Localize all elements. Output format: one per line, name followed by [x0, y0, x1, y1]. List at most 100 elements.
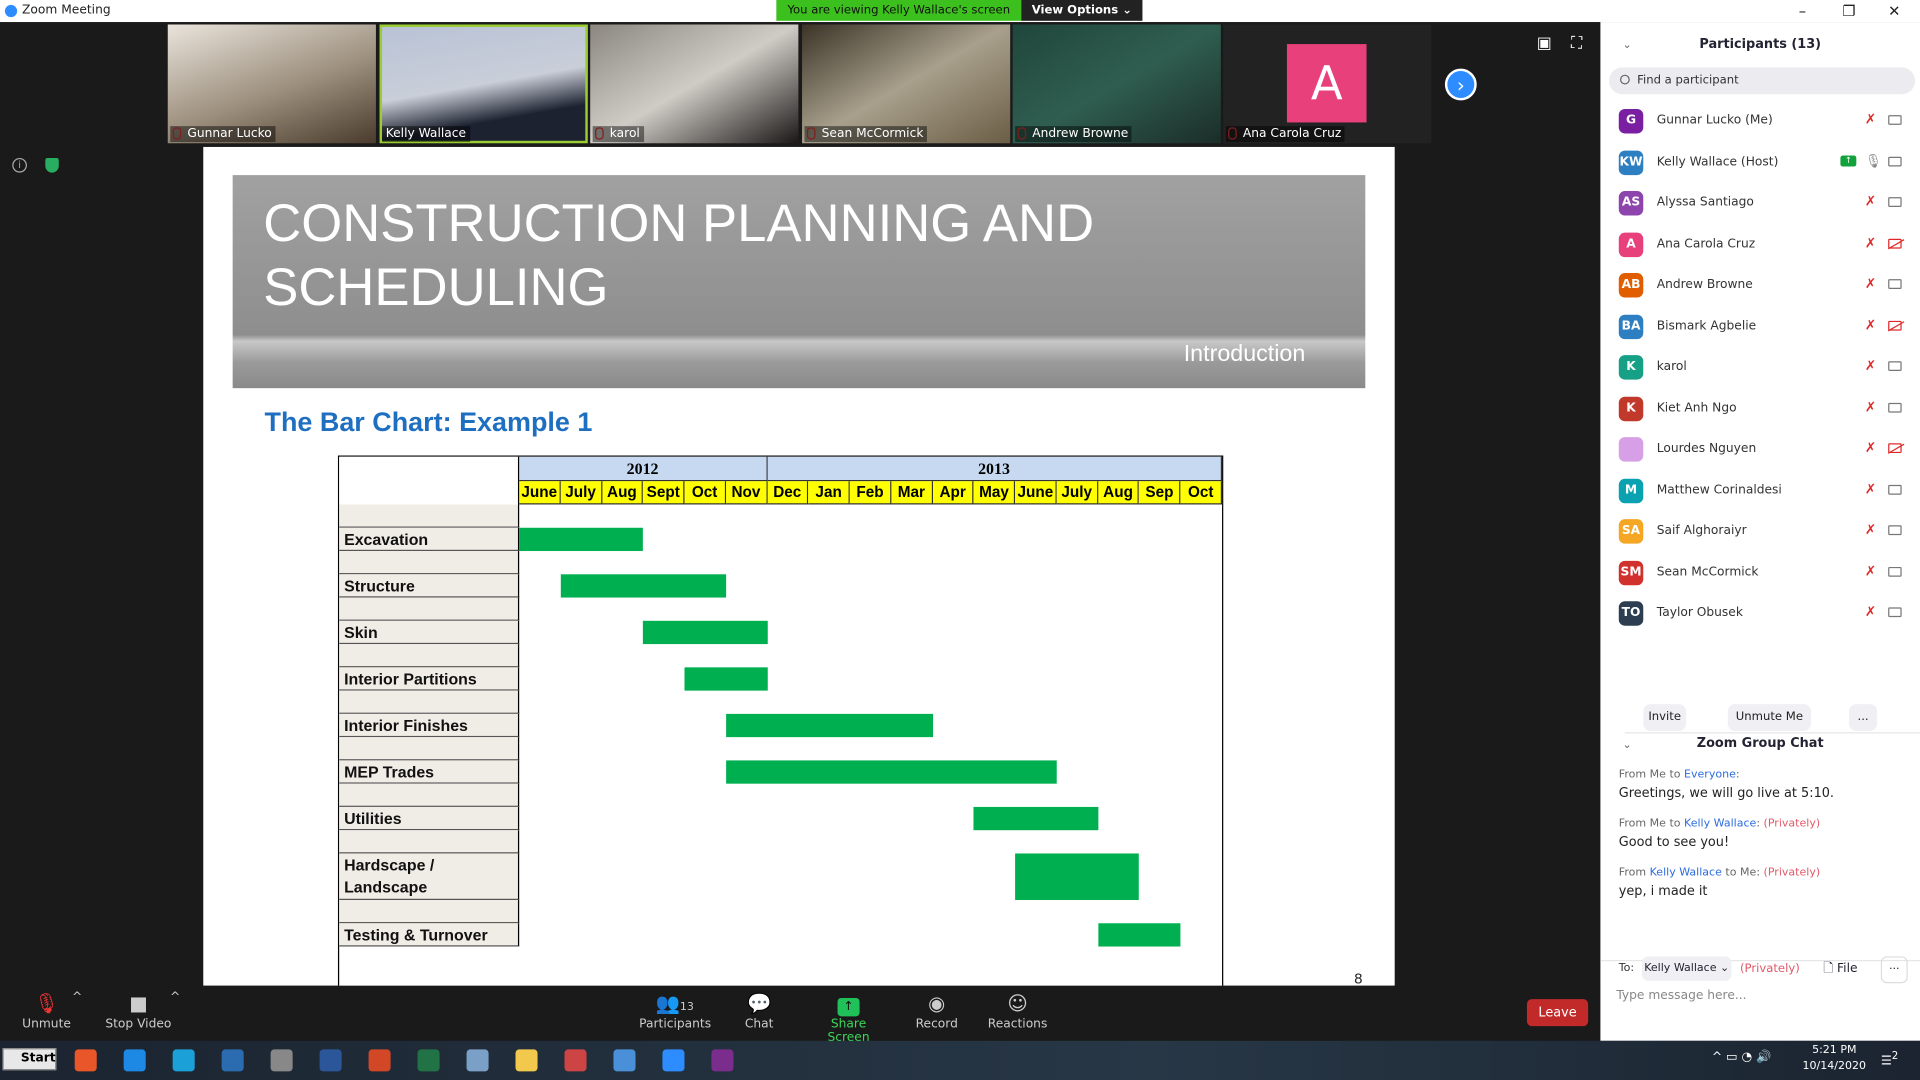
next-videos-button[interactable]: › [1444, 68, 1477, 101]
ie-icon[interactable] [123, 1049, 146, 1072]
spacer-row [339, 783, 520, 807]
chat-more-button[interactable]: ··· [1880, 956, 1908, 984]
video-options-caret[interactable]: ^ [169, 991, 181, 1004]
stop-video-button[interactable]: ■ Stop Video [105, 991, 171, 1031]
chat-button[interactable]: 💬 Chat [735, 991, 784, 1031]
participant-row[interactable]: AS Alyssa Santiago ✗ [1600, 185, 1920, 222]
mic-icon[interactable]: 🎙 [1865, 152, 1882, 168]
zoom-icon[interactable] [662, 1049, 685, 1072]
video-tile[interactable]: A Ana Carola Cruz [1223, 24, 1432, 144]
muted-mic-icon[interactable]: ✗ [1865, 358, 1876, 374]
slide-header: CONSTRUCTION PLANNING AND SCHEDULING Int… [232, 175, 1366, 389]
participant-row[interactable]: AB Andrew Browne ✗ [1600, 267, 1920, 304]
restore-button[interactable]: ❐ [1837, 2, 1861, 19]
participant-row[interactable]: TO Taylor Obusek ✗ [1600, 595, 1920, 632]
video-tile[interactable]: Gunnar Lucko [167, 24, 376, 144]
video-camera-icon[interactable] [1888, 361, 1902, 372]
fullscreen-icon[interactable]: ⛶ [1571, 34, 1582, 52]
muted-mic-icon[interactable]: ✗ [1865, 111, 1876, 127]
participant-search-input[interactable]: Find a participant [1608, 67, 1916, 95]
app-icon[interactable] [564, 1049, 587, 1072]
muted-mic-icon[interactable]: ✗ [1865, 399, 1876, 415]
video-camera-icon[interactable] [1888, 566, 1902, 577]
participants-more-button[interactable]: ... [1848, 704, 1878, 732]
participant-row[interactable]: SA Saif Alghoraiyr ✗ [1600, 513, 1920, 550]
edge-icon[interactable] [172, 1049, 195, 1072]
chat-recipient[interactable]: Kelly Wallace [1684, 818, 1756, 830]
start-button[interactable]: Start [2, 1048, 57, 1071]
muted-mic-icon[interactable]: ✗ [1865, 193, 1876, 209]
participant-row[interactable]: Lourdes Nguyen ✗ [1600, 431, 1920, 468]
minimize-button[interactable]: – [1790, 2, 1814, 19]
chat-recipient[interactable]: Everyone [1684, 769, 1736, 781]
outlook-icon[interactable] [221, 1049, 244, 1072]
video-camera-icon[interactable] [1888, 607, 1902, 618]
avatar: A [1618, 232, 1644, 257]
audio-options-caret[interactable]: ^ [71, 991, 83, 1004]
participants-button[interactable]: 👥13 Participants [639, 991, 711, 1031]
video-camera-icon[interactable] [1888, 402, 1902, 413]
info-icon[interactable]: i [12, 157, 27, 173]
calculator-icon[interactable] [270, 1049, 293, 1072]
tray-icons[interactable]: ^ ▭ ◔ 🔊 [1712, 1051, 1771, 1064]
participant-row[interactable]: G Gunnar Lucko (Me) ✗ [1600, 103, 1920, 140]
video-camera-icon[interactable] [1888, 115, 1902, 125]
muted-mic-icon[interactable]: ✗ [1865, 317, 1876, 333]
muted-mic-icon[interactable]: ✗ [1865, 276, 1876, 292]
muted-mic-icon[interactable]: ✗ [1865, 440, 1876, 456]
participant-row[interactable]: A Ana Carola Cruz ✗ [1600, 226, 1920, 263]
chat-recipient-dropdown[interactable]: Kelly Wallace ⌄ [1642, 956, 1732, 981]
participant-row[interactable]: M Matthew Corinaldesi ✗ [1600, 472, 1920, 509]
video-camera-icon[interactable] [1888, 279, 1902, 289]
notepad-icon[interactable] [466, 1049, 489, 1072]
video-tile[interactable]: Andrew Browne [1012, 24, 1221, 144]
chat-message-input[interactable]: Type message here... [1616, 989, 1746, 1002]
slide-title: CONSTRUCTION PLANNING AND SCHEDULING [263, 194, 1095, 318]
video-tile[interactable]: Sean McCormick [802, 24, 1011, 144]
chat-title: Zoom Group Chat [1696, 735, 1824, 751]
reactions-button[interactable]: ☺ Reactions [987, 991, 1048, 1031]
unmute-me-button[interactable]: Unmute Me [1727, 704, 1812, 732]
video-camera-icon[interactable] [1888, 156, 1902, 166]
file-explorer-icon[interactable] [515, 1049, 538, 1072]
video-off-icon[interactable] [1888, 320, 1902, 331]
close-button[interactable]: ✕ [1882, 2, 1906, 19]
leave-button[interactable]: Leave [1526, 999, 1589, 1027]
video-off-icon[interactable] [1888, 238, 1902, 248]
share-screen-button[interactable]: ↑ Share Screen [808, 991, 889, 1044]
participant-row[interactable]: BA Bismark Agbelie ✗ [1600, 308, 1920, 345]
file-button[interactable]: 🗋 File [1823, 960, 1857, 981]
view-options-button[interactable]: View Options ⌄ [1021, 0, 1143, 21]
record-button[interactable]: ◉ Record [912, 991, 961, 1031]
unmute-button[interactable]: 🎙 Unmute [22, 991, 71, 1031]
video-camera-icon[interactable] [1888, 484, 1902, 495]
muted-mic-icon[interactable]: ✗ [1865, 481, 1876, 497]
system-clock[interactable]: 5:21 PM 10/14/2020 [1802, 1043, 1867, 1075]
muted-mic-icon[interactable]: ✗ [1865, 604, 1876, 620]
app-icon[interactable] [613, 1049, 636, 1072]
video-off-icon[interactable] [1888, 443, 1902, 454]
notifications-icon[interactable]: ☰2 [1881, 1049, 1898, 1068]
video-camera-icon[interactable] [1888, 197, 1902, 207]
powerpoint-icon[interactable] [368, 1049, 391, 1072]
video-tile[interactable]: Kelly Wallace [379, 24, 588, 144]
layout-icon[interactable]: ▣ [1537, 34, 1552, 52]
task-bar [519, 527, 644, 552]
app-icon[interactable] [711, 1049, 734, 1072]
excel-icon[interactable] [417, 1049, 440, 1072]
participant-row[interactable]: KW Kelly Wallace (Host) ↑ 🎙 [1600, 144, 1920, 181]
firefox-icon[interactable] [74, 1049, 97, 1072]
video-tile[interactable]: karol [590, 24, 799, 144]
video-camera-icon[interactable] [1888, 525, 1902, 536]
security-shield-icon[interactable] [45, 157, 59, 173]
task-label: Interior Finishes [339, 713, 520, 738]
chat-sender[interactable]: Kelly Wallace [1650, 867, 1722, 879]
muted-mic-icon[interactable]: ✗ [1865, 563, 1876, 579]
word-icon[interactable] [319, 1049, 342, 1072]
invite-button[interactable]: Invite [1643, 704, 1687, 732]
participant-row[interactable]: SM Sean McCormick ✗ [1600, 554, 1920, 591]
participant-row[interactable]: K Kiet Anh Ngo ✗ [1600, 390, 1920, 427]
muted-mic-icon[interactable]: ✗ [1865, 234, 1876, 250]
participant-row[interactable]: Kkarol ✗ [1600, 349, 1920, 386]
muted-mic-icon[interactable]: ✗ [1865, 522, 1876, 538]
